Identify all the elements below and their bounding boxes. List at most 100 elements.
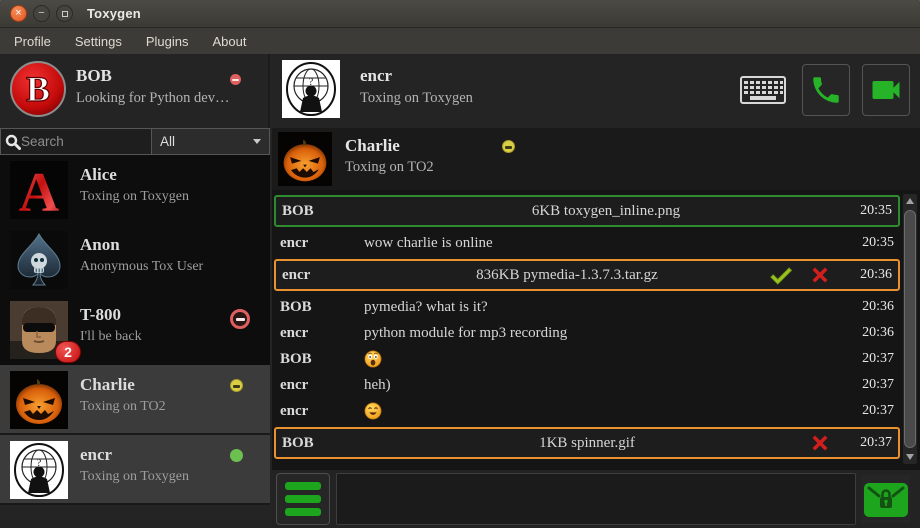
phone-icon <box>809 73 843 107</box>
online-status-icon <box>230 449 243 462</box>
search-icon <box>5 134 21 150</box>
chat-friend-avatar <box>278 132 332 186</box>
file-name: 1KB spinner.gif <box>366 435 808 452</box>
send-button[interactable] <box>862 475 910 523</box>
unread-count-badge: 2 <box>55 341 81 363</box>
contact-status-message: Toxing on Toxygen <box>80 469 189 485</box>
svg-text:B: B <box>26 69 50 109</box>
chat-friend-header: Charlie Toxing on TO2 <box>272 128 920 190</box>
video-call-button[interactable] <box>862 64 910 116</box>
friend-header: ? encr Toxing on Toxygen <box>270 54 920 128</box>
filter-row: All <box>0 128 270 155</box>
scroll-up-arrow[interactable] <box>903 194 917 208</box>
contact-avatar-anon <box>10 231 68 289</box>
friend-status-message: Toxing on Toxygen <box>360 90 473 107</box>
contact-item-encr[interactable]: ? encr Toxing on Toxygen <box>0 435 270 505</box>
menubar: Profile Settings Plugins About <box>0 28 920 54</box>
titlebar: × − Toxygen <box>0 0 920 28</box>
message-author: encr <box>282 267 366 284</box>
message-row: BOB 20:37 <box>274 346 900 372</box>
contact-status-message: I'll be back <box>80 329 142 345</box>
message-input[interactable] <box>336 473 856 525</box>
message-row: encr python module for mp3 recording 20:… <box>274 320 900 346</box>
contact-name: Charlie <box>80 375 135 395</box>
search-input[interactable] <box>21 134 147 149</box>
message-time: 20:36 <box>848 325 894 341</box>
message-time: 20:37 <box>848 351 894 367</box>
scroll-down-arrow[interactable] <box>903 450 917 464</box>
chat-scrollbar[interactable] <box>903 194 917 464</box>
menu-about[interactable]: About <box>202 31 256 52</box>
contact-avatar-encr: ? <box>10 441 68 499</box>
menu-profile[interactable]: Profile <box>4 31 61 52</box>
contact-status-message: Anonymous Tox User <box>80 259 203 275</box>
scrollbar-thumb[interactable] <box>904 210 916 448</box>
message-author: encr <box>280 403 364 420</box>
audio-call-button[interactable] <box>802 64 850 116</box>
message-emoji <box>364 402 848 420</box>
message-text: heh) <box>364 377 848 394</box>
filter-selected-value: All <box>160 134 175 149</box>
message-time: 20:37 <box>846 435 892 451</box>
contact-avatar-alice: A <box>10 161 68 219</box>
chat-panel: Charlie Toxing on TO2 BOB 6KB toxygen_in… <box>272 128 920 528</box>
message-row: encr wow charlie is online 20:35 <box>274 230 900 256</box>
maximize-button[interactable] <box>56 5 73 22</box>
contact-item-alice[interactable]: A Alice Toxing on Toxygen <box>0 155 270 225</box>
message-list: BOB 6KB toxygen_inline.png 20:35 encr wo… <box>274 192 900 468</box>
message-text: python module for mp3 recording <box>364 325 848 342</box>
video-camera-icon <box>868 72 904 108</box>
message-time: 20:35 <box>848 235 894 251</box>
contact-name: T-800 <box>80 305 121 325</box>
window-title: Toxygen <box>87 6 141 21</box>
contact-name: Anon <box>80 235 120 255</box>
accept-file-icon[interactable] <box>768 262 794 288</box>
search-box[interactable] <box>0 128 152 155</box>
file-transfer-row: encr 836KB pymedia-1.3.7.3.tar.gz 20:36 <box>274 259 900 291</box>
busy-status-icon <box>230 74 241 85</box>
svg-text:A: A <box>19 162 60 219</box>
busy-status-icon <box>230 309 250 329</box>
contact-filter-dropdown[interactable]: All <box>152 128 270 155</box>
contact-item-t800[interactable]: T-800 I'll be back 2 <box>0 295 270 365</box>
contact-name: encr <box>80 445 112 465</box>
send-encrypted-icon <box>862 477 910 521</box>
friend-name: encr <box>360 66 392 86</box>
file-name: 836KB pymedia-1.3.7.3.tar.gz <box>366 267 768 284</box>
away-status-icon <box>230 379 243 392</box>
decline-file-icon[interactable] <box>808 263 832 287</box>
contact-item-charlie[interactable]: Charlie Toxing on TO2 <box>0 365 270 435</box>
toxygen-window: × − Toxygen Profile Settings Plugins Abo… <box>0 0 920 528</box>
file-transfer-row: BOB 6KB toxygen_inline.png 20:35 <box>274 195 900 227</box>
menu-plugins[interactable]: Plugins <box>136 31 199 52</box>
message-author: encr <box>280 377 364 394</box>
contacts-panel: All A Alice Toxing on Toxygen <box>0 128 270 528</box>
message-time: 20:37 <box>848 403 894 419</box>
chat-friend-status-message: Toxing on TO2 <box>345 159 434 176</box>
keyboard-icon[interactable] <box>740 76 786 104</box>
message-compose-bar <box>272 470 920 528</box>
contact-name: Alice <box>80 165 117 185</box>
menu-settings[interactable]: Settings <box>65 31 132 52</box>
close-button[interactable]: × <box>10 5 27 22</box>
cancel-file-icon[interactable] <box>808 431 832 455</box>
contact-item-anon[interactable]: Anon Anonymous Tox User <box>0 225 270 295</box>
self-status-message: Looking for Python dev… <box>76 90 229 107</box>
message-author: BOB <box>280 351 364 368</box>
message-author: BOB <box>282 203 366 220</box>
minimize-button[interactable]: − <box>33 5 50 22</box>
message-text: pymedia? what is it? <box>364 299 848 316</box>
shocked-face-emoji <box>364 350 382 368</box>
friend-avatar: ? <box>282 60 340 118</box>
message-time: 20:37 <box>848 377 894 393</box>
message-row: encr 20:37 <box>274 398 900 424</box>
message-time: 20:36 <box>848 299 894 315</box>
hamburger-icon <box>285 482 321 490</box>
message-author: encr <box>280 235 364 252</box>
header-row: B BOB Looking for Python dev… ? encr Tox… <box>0 54 920 128</box>
contact-status-message: Toxing on TO2 <box>80 399 166 415</box>
self-profile[interactable]: B BOB Looking for Python dev… <box>0 54 270 128</box>
self-name: BOB <box>76 66 112 86</box>
chat-menu-button[interactable] <box>276 473 330 525</box>
message-author: encr <box>280 325 364 342</box>
